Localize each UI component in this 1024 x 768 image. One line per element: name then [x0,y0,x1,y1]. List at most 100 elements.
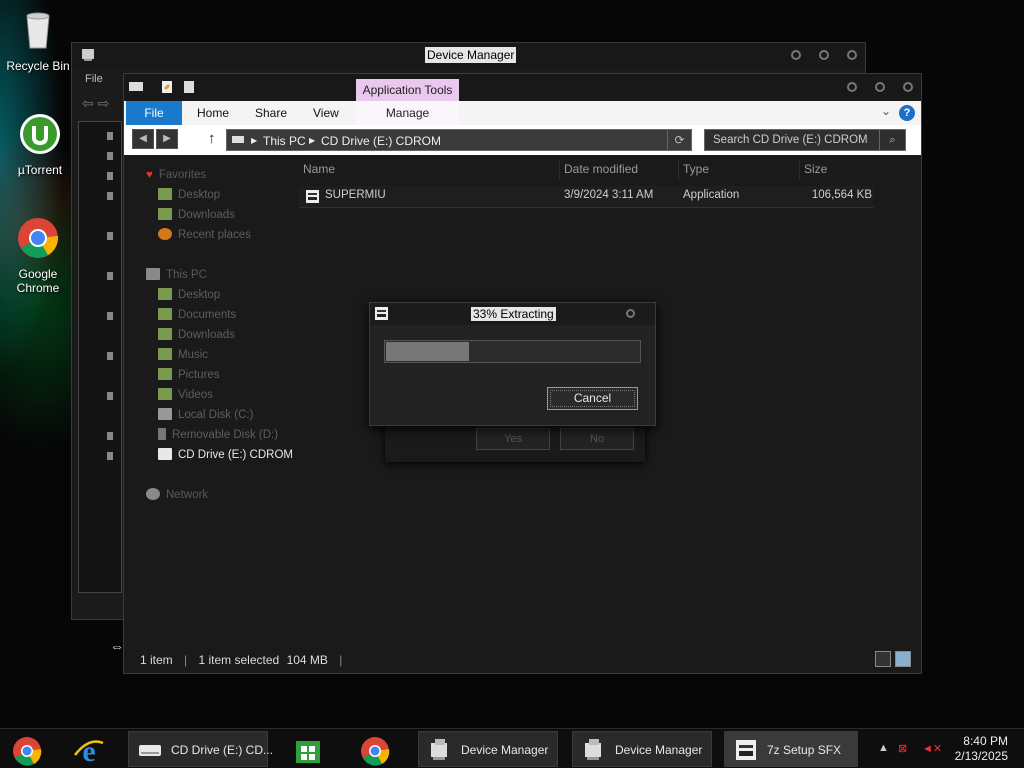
nav-pc-desktop[interactable]: Desktop [158,286,220,304]
extracting-dialog[interactable]: 33% Extracting Cancel [369,302,656,426]
back-arrow-icon[interactable]: ⇦ ⇨ [82,95,109,112]
desktop-icon-utorrent[interactable]: µTorrent [2,112,78,177]
music-icon [158,348,172,360]
yes-button[interactable]: Yes [476,428,550,450]
cancel-button[interactable]: Cancel [547,387,638,410]
taskbar-button-7z-setup-sfx[interactable]: 7z Setup SFX [724,731,858,767]
extracting-titlebar[interactable]: 33% Extracting [370,303,655,325]
back-button[interactable]: ◀ [132,129,154,149]
7z-sfx-icon [736,740,756,760]
device-manager-titlebar[interactable]: Device Manager [72,43,865,69]
new-folder-icon[interactable] [182,80,196,94]
system-clock[interactable]: 8:40 PM 2/13/2025 [955,734,1008,764]
desktop-icon-google-chrome[interactable]: Google Chrome [0,216,76,295]
nav-fav-downloads[interactable]: Downloads [158,206,235,224]
address-bar[interactable]: ▶ This PC ▶ CD Drive (E:) CDROM ⟳ [226,129,692,151]
status-size: 104 MB [286,653,328,667]
nav-fav-desktop[interactable]: Desktop [158,186,220,204]
file-name: SUPERMIU [325,189,386,201]
nav-pc-cd-drive[interactable]: CD Drive (E:) CDROM [158,446,293,464]
clock-date: 2/13/2025 [954,749,1008,763]
navigation-pane: ♥ Favorites Desktop Downloads Recent plac… [124,160,293,640]
tab-manage[interactable]: Manage [356,101,459,125]
file-size: 106,564 KB [811,189,872,201]
device-manager-icon [431,739,447,760]
file-row[interactable]: SUPERMIU 3/9/2024 3:11 AM Application 10… [299,186,874,208]
explorer-titlebar[interactable] [124,74,921,101]
network-status-icon[interactable]: ⊠ [898,742,907,755]
desktop-icon-recycle-bin[interactable]: Recycle Bin [0,8,76,73]
breadcrumb-this-pc[interactable]: This PC [263,134,306,148]
properties-icon[interactable] [160,80,174,94]
application-tools-label: Application Tools [356,79,459,101]
device-manager-menu-file[interactable]: File [85,73,103,85]
file-date: 3/9/2024 3:11 AM [564,189,654,201]
nav-this-pc[interactable]: This PC [146,266,207,284]
large-icons-view-icon[interactable] [895,651,911,667]
column-date-modified[interactable]: Date modified [560,160,679,180]
close-button[interactable] [903,82,913,92]
nav-fav-recent-places[interactable]: Recent places [158,226,251,244]
address-row: ◀ ▶ ↑ ▶ This PC ▶ CD Drive (E:) CDROM ⟳ … [124,125,921,155]
maximize-button[interactable] [819,50,829,60]
file-type: Application [683,189,740,201]
tab-file[interactable]: File [126,101,182,125]
column-name[interactable]: Name [299,160,560,180]
breadcrumb-cd-drive[interactable]: CD Drive (E:) CDROM [321,134,441,148]
search-input[interactable]: Search CD Drive (E:) CDROM ⌕ [704,129,906,151]
drive-icon [129,82,143,91]
status-item-count: 1 item [140,653,173,667]
desktop-icon [158,288,172,300]
taskbar-button-device-manager-1[interactable]: Device Manager [418,731,558,767]
extract-progress-bar [384,340,641,363]
status-separator: | [339,653,343,667]
desktop-icon-label: µTorrent [17,163,63,177]
recycle-bin-icon [26,12,50,49]
nav-pc-downloads[interactable]: Downloads [158,326,235,344]
nav-pc-removable-disk[interactable]: Removable Disk (D:) [158,426,278,444]
tab-view[interactable]: View [313,101,339,125]
nav-pc-pictures[interactable]: Pictures [158,366,220,384]
volume-muted-icon[interactable]: ◄✕ [922,742,942,755]
desktop-icon-label: Google Chrome [16,267,60,295]
breadcrumb-separator: ▶ [251,136,258,145]
desktop-icon-label: Recycle Bin [6,59,70,73]
taskbar-button-cd-drive[interactable]: CD Drive (E:) CD... [128,731,273,767]
chrome-icon[interactable] [358,733,392,768]
nav-network[interactable]: Network [146,486,208,504]
nav-pc-documents[interactable]: Documents [158,306,236,324]
minimize-button[interactable] [791,50,801,60]
device-tree[interactable] [78,121,122,593]
progress-fill [386,342,469,361]
up-arrow-icon[interactable]: ↑ [208,130,216,147]
column-type[interactable]: Type [679,160,800,180]
taskbar-button-device-manager-2[interactable]: Device Manager [572,731,712,767]
close-button[interactable] [626,309,635,318]
minimize-button[interactable] [847,82,857,92]
start-chrome-like-icon[interactable] [10,733,44,768]
store-icon[interactable] [292,733,324,768]
column-size[interactable]: Size [800,160,874,180]
forward-button[interactable]: ▶ [156,129,178,149]
nav-pc-videos[interactable]: Videos [158,386,213,404]
drive-icon [232,136,244,143]
help-icon[interactable]: ? [899,105,915,121]
tab-share[interactable]: Share [255,101,287,125]
no-button[interactable]: No [560,428,634,450]
nav-favorites[interactable]: ♥ Favorites [146,166,206,184]
confirmation-dialog: Yes No [385,420,645,462]
nav-pc-local-disk[interactable]: Local Disk (C:) [158,406,253,424]
search-icon[interactable]: ⌕ [879,130,905,150]
show-hidden-icons-chevron-icon[interactable]: ▲ [878,742,889,754]
details-view-icon[interactable] [875,651,891,667]
close-button[interactable] [847,50,857,60]
tab-home[interactable]: Home [197,101,229,125]
maximize-button[interactable] [875,82,885,92]
refresh-icon[interactable]: ⟳ [667,130,691,150]
nav-pc-music[interactable]: Music [158,346,208,364]
downloads-icon [158,328,172,340]
computer-icon [146,268,160,280]
internet-explorer-icon[interactable]: e [72,733,106,768]
cd-drive-icon [158,448,172,460]
chevron-down-icon[interactable]: ⌄ [881,104,891,118]
